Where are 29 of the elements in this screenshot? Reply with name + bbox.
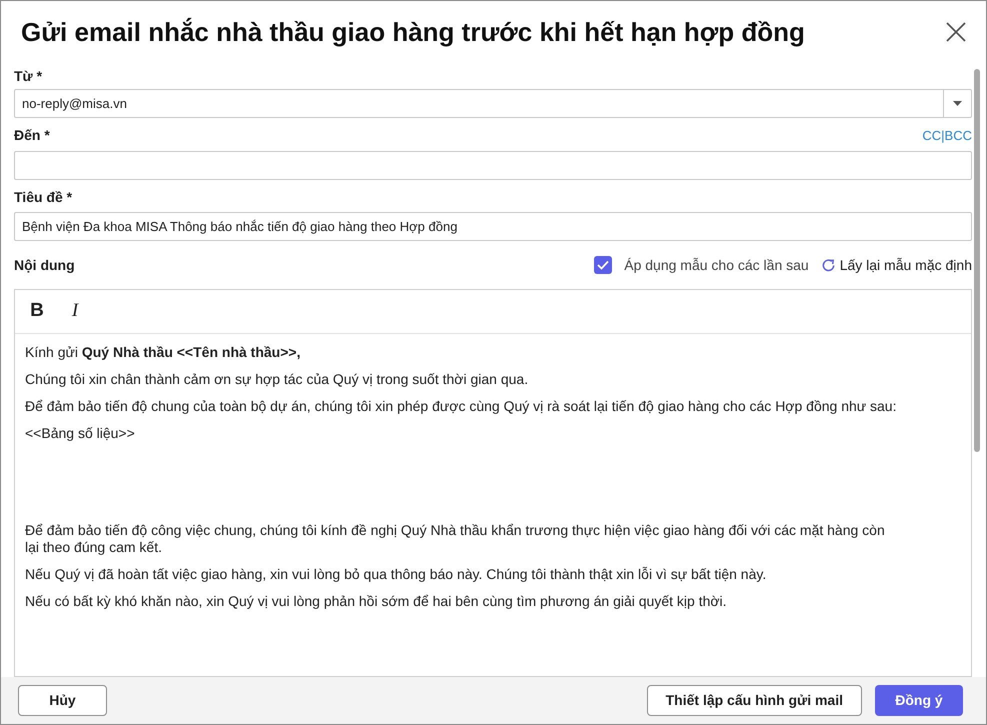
cancel-button[interactable]: Hủy xyxy=(18,685,107,716)
italic-button[interactable]: I xyxy=(66,297,84,326)
field-label: Từ * xyxy=(14,66,44,86)
body-paragraph: Để đảm bảo tiến độ công việc chung, chúng tôi kính đề nghị Quý Nhà thầu khẩn trương thực hiện việc giao hàng đối với các mặt hàng còn lại theo đúng cam kết. xyxy=(25,522,886,556)
caret-icon xyxy=(953,101,962,106)
field-label: Tiêu đề * xyxy=(14,188,74,206)
body-paragraph: Nếu có bất kỳ khó khăn nào, xin Quý vị vui lòng phản hồi sớm để hai bên cùng tìm phương án giải quyết kịp thời. xyxy=(25,593,728,610)
field-label: Đến * xyxy=(14,126,50,145)
close-icon[interactable] xyxy=(946,22,966,42)
body-paragraph: Chúng tôi xin chân thành cảm ơn sự hợp tác của Quý vị trong suốt thời gian qua. xyxy=(25,371,530,388)
checkbox[interactable] xyxy=(594,256,612,274)
body-paragraph: Để đảm bảo tiến độ chung của toàn bộ dự án, chúng tôi xin phép được cùng Quý vị rà soát lại tiến độ giao hàng cho các Hợp đồng như sau: xyxy=(25,398,897,415)
bold-button[interactable]: B xyxy=(28,297,46,326)
body-paragraph: Kính gửi Quý Nhà thầu <<Tên nhà thầu>>, xyxy=(25,344,302,361)
scrollbar[interactable] xyxy=(974,69,980,452)
mail-config-button[interactable]: Thiết lập cấu hình gửi mail xyxy=(646,685,862,716)
from-value: no-reply@misa.vn xyxy=(21,94,128,113)
dialog-title: Gửi email nhắc nhà thầu giao hàng trước khi hết hạn hợp đồng xyxy=(21,16,805,48)
to-input-field[interactable] xyxy=(14,151,972,180)
refresh-icon xyxy=(820,258,836,272)
from-dropdown[interactable]: no-reply@misa.vn xyxy=(14,89,972,118)
cc-bcc-link[interactable]: CC|BCC xyxy=(922,126,972,146)
field-label: Nội dung xyxy=(14,256,76,275)
subject-input-field[interactable]: Bệnh viện Đa khoa MISA Thông báo nhắc tiến độ giao hàng theo Hợp đồng xyxy=(14,212,972,241)
reset-template-button[interactable]: Lấy lại mẫu mặc định xyxy=(820,254,972,276)
body-paragraph: Nếu Quý vị đã hoàn tất việc giao hàng, xin vui lòng bỏ qua thông báo này. Chúng tôi thành thật xin lỗi vì sự bất tiện này. xyxy=(25,566,768,583)
body-paragraph: <<Bảng số liệu>> xyxy=(25,425,136,442)
confirm-button[interactable]: Đồng ý xyxy=(875,685,963,716)
checkbox-label: Áp dụng mẫu cho các lần sau xyxy=(624,256,809,275)
